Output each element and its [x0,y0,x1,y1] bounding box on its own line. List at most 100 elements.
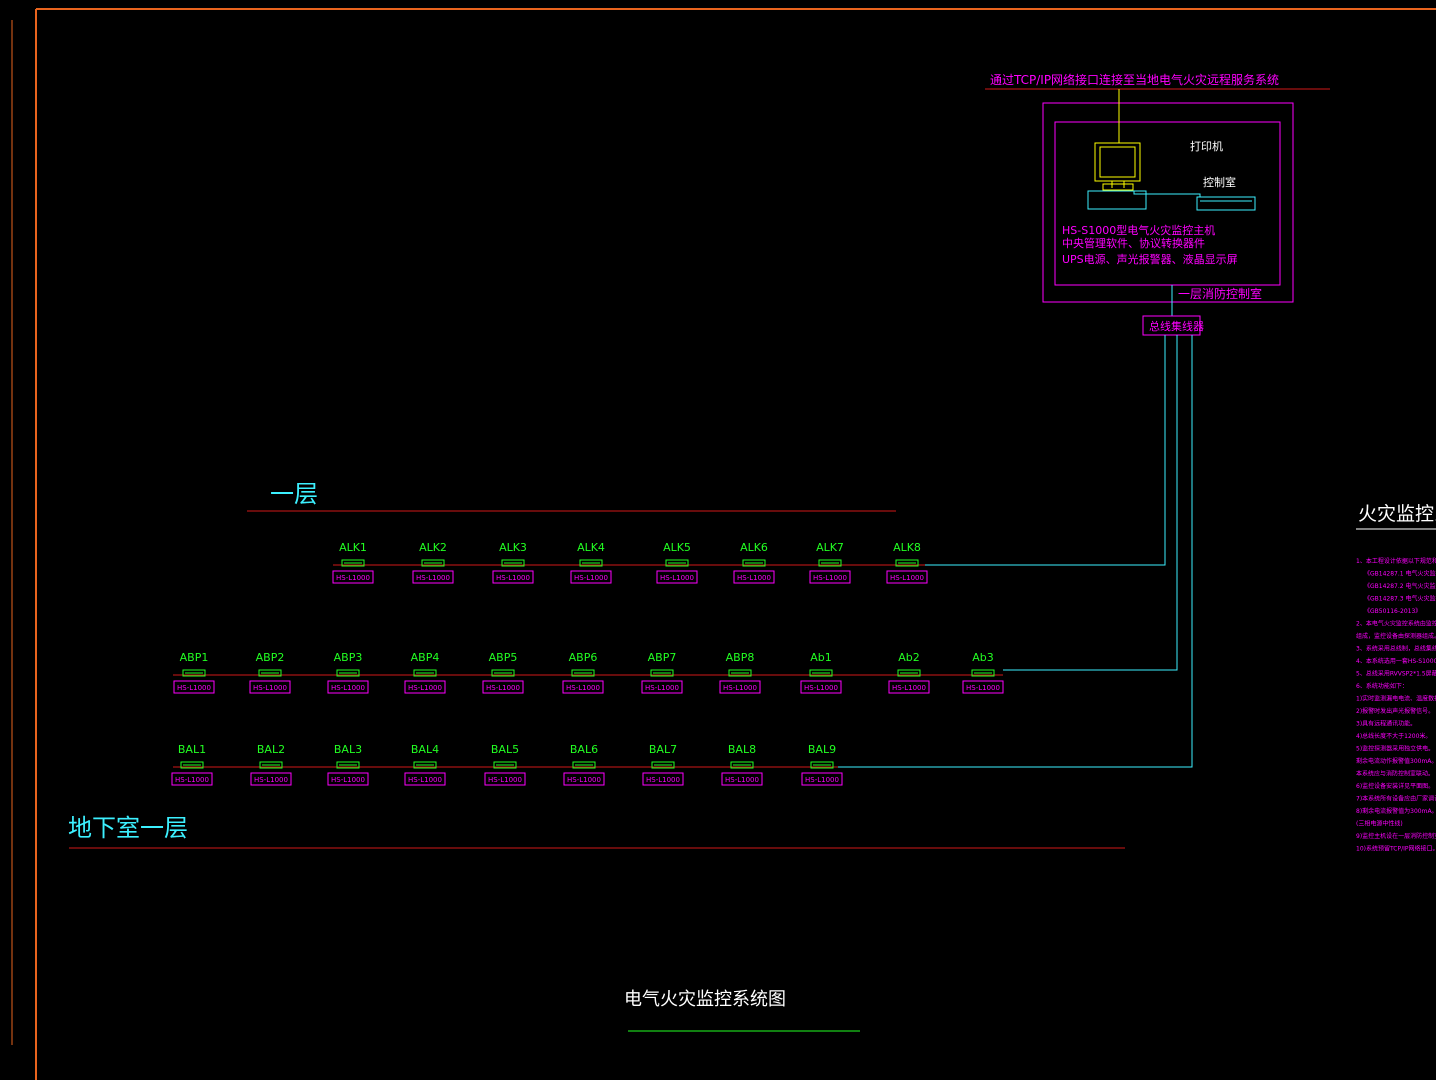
detector-label: BAL4 [411,743,439,756]
detector-label: BAL9 [808,743,836,756]
detector-unit: BAL6 HS-L1000 [563,743,605,786]
notes-line: 5、总线采用RVVSP2*1.5屏蔽线。 [1356,670,1436,678]
detector-module-label: HS-L1000 [723,684,757,692]
notes-line: 3、系统采用总线制，总线集线器至各回路。 [1356,645,1436,653]
detector-unit: BAL3 HS-L1000 [327,743,369,786]
detector-unit: ALK8 HS-L1000 [886,541,928,584]
detector-module-label: HS-L1000 [336,574,370,582]
basement-label: 地下室一层 [68,814,188,842]
row-bal: BAL1HS-L1000 BAL2 HS-L1000 BAL3 HS-L1000 BAL4… [171,743,843,786]
detector-label: ALK2 [419,541,447,554]
detector-label: ALK8 [893,541,921,554]
detector-module-label: HS-L1000 [737,574,771,582]
detector-label: BAL3 [334,743,362,756]
detector-module-label: HS-L1000 [488,776,522,784]
detector-module-label: HS-L1000 [177,684,211,692]
detector-label: BAL8 [728,743,756,756]
detector-unit: ABP7 HS-L1000 [641,651,683,694]
notes-line: 剩余电流动作报警值300mA。 [1356,757,1436,765]
detector-module-label: HS-L1000 [645,684,679,692]
detector-label: ABP3 [334,651,363,664]
floor1-label: 一层 [270,480,318,508]
detector-label: ABP5 [489,651,518,664]
notes-line: 2、本电气火灾监控系统由监控主机、监控设备 [1356,620,1436,628]
room-label: 一层消防控制室 [1178,286,1262,301]
monitor-icon [1094,142,1141,191]
detector-label: Ab1 [810,651,832,664]
detector-label: ABP8 [726,651,755,664]
detector-label: BAL7 [649,743,677,756]
printer-label: 打印机 [1190,139,1223,153]
detector-unit: Ab1 HS-L1000 [800,651,842,694]
control-room-label: 控制室 [1203,175,1236,189]
notes-body: 1、本工程设计依据以下规范和标准： 《GB14287.1 电气火灾监控系统》《GB… [1356,557,1436,853]
detector-module-label: HS-L1000 [804,684,838,692]
detector-label: BAL6 [570,743,598,756]
detector-module-label: HS-L1000 [646,776,680,784]
detector-unit: BAL5 HS-L1000 [484,743,526,786]
notes-line: 《GB14287.3 电气火灾监控系统》 [1364,595,1436,603]
detector-label: ALK7 [816,541,844,554]
detector-unit: ALK2 HS-L1000 [412,541,454,584]
detector-label: ABP1 [180,651,209,664]
printer-icon [1196,196,1256,211]
detector-unit: ABP1 HS-L1000 [173,651,215,694]
detector-unit: BAL2 HS-L1000 [250,743,292,786]
network-note: 通过TCP/IP网络接口连接至当地电气火灾远程服务系统 [990,72,1279,87]
notes-line: 9)监控主机设在一层消防控制室。 [1356,832,1436,840]
cad-drawing: 通过TCP/IP网络接口连接至当地电气火灾远程服务系统 打印机 控制室 HS-S… [11,8,1436,1080]
detector-unit: BAL8 HS-L1000 [721,743,763,786]
detector-unit: ABP8 HS-L1000 [719,651,761,694]
detector-unit: BAL7 HS-L1000 [642,743,684,786]
notes-title: 火灾监控系统 [1358,503,1436,525]
notes-line: 7)本系统所有设备应由厂家调试。 [1356,795,1436,803]
detector-module-label: HS-L1000 [892,684,926,692]
detector-module-label: HS-L1000 [331,776,365,784]
bus-hub-label: 总线集线器 [1149,319,1204,333]
notes-line: 4)总线长度不大于1200米。 [1356,732,1431,740]
detector-unit: Ab3 HS-L1000 [962,651,1004,694]
detector-module-label: HS-L1000 [254,776,288,784]
detector-module-label: HS-L1000 [805,776,839,784]
detector-module-label: HS-L1000 [660,574,694,582]
row-abp: ABP1HS-L1000ABP2HS-L1000ABP3HS-L1000ABP4… [173,651,1004,694]
detector-label: ABP6 [569,651,598,664]
notes-line: 2)报警时发出声光报警信号。 [1356,707,1434,715]
detector-label: Ab3 [972,651,994,664]
detector-unit: ALK1 HS-L1000 [332,541,374,584]
notes-line: 《GB50116-2013》 [1364,608,1421,615]
host-printer-link [1133,191,1201,197]
detector-unit: ALK4 HS-L1000 [570,541,612,584]
detector-module-label: HS-L1000 [408,776,442,784]
detector-label: ALK5 [663,541,691,554]
detector-module-label: HS-L1000 [486,684,520,692]
bus-feeder-bal [838,335,1193,768]
detector-unit: ALK5 HS-L1000 [656,541,698,584]
detector-unit: ABP2 HS-L1000 [249,651,291,694]
detector-module-label: HS-L1000 [496,574,530,582]
detector-unit: BAL1 HS-L1000 [171,743,213,786]
detector-label: ABP4 [411,651,440,664]
detector-module-label: HS-L1000 [725,776,759,784]
detector-module-label: HS-L1000 [175,776,209,784]
detector-module-label: HS-L1000 [408,684,442,692]
notes-line: 《GB14287.2 电气火灾监控系统》 [1364,582,1436,590]
host-line-2: 中央管理软件、协议转换器件 [1062,236,1205,250]
drawing-title: 电气火灾监控系统图 [624,989,786,1010]
detector-module-label: HS-L1000 [574,574,608,582]
detector-label: ALK4 [577,541,605,554]
detector-module-label: HS-L1000 [813,574,847,582]
detector-unit: ABP6 HS-L1000 [562,651,604,694]
detector-module-label: HS-L1000 [331,684,365,692]
detector-unit: ABP5 HS-L1000 [482,651,524,694]
notes-line: (三相电源中性线) [1356,820,1403,828]
notes-line: 本系统应与消防控制室联动。 [1356,770,1434,778]
detector-unit: ABP4 HS-L1000 [404,651,446,694]
detector-unit: BAL9 HS-L1000 [801,743,843,786]
notes-line: 4、本系统选用一套HS-S1000型主机。 [1356,657,1436,665]
notes-line: 10)系统预留TCP/IP网络接口。 [1356,845,1436,853]
notes-line: 5)监控探测器采用独立供电。 [1356,745,1434,753]
detector-module-label: HS-L1000 [890,574,924,582]
detector-label: BAL2 [257,743,285,756]
detector-label: ABP2 [256,651,285,664]
